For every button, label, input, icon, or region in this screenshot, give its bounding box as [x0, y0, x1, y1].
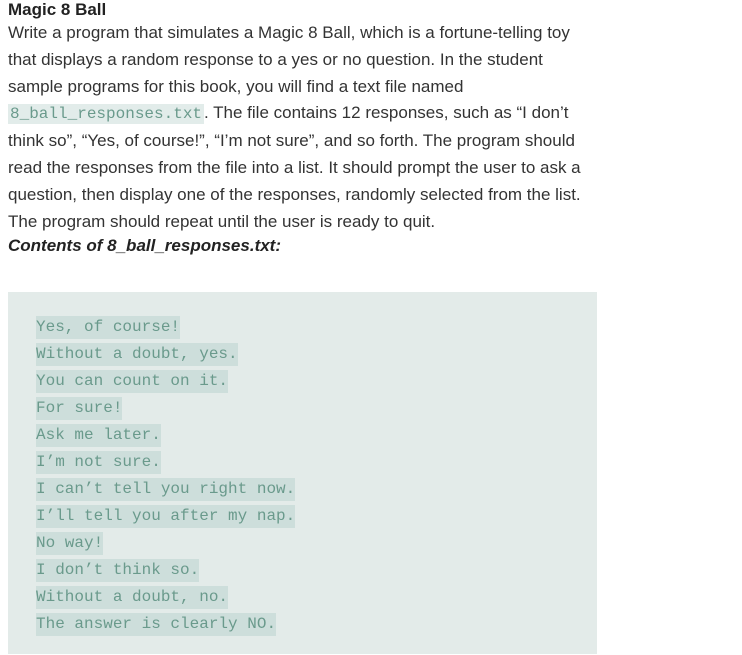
code-line: I can’t tell you right now. — [36, 478, 296, 505]
file-contents-lines: Yes, of course! Without a doubt, yes. Yo… — [36, 316, 296, 640]
document-page: Magic 8 Ball Write a program that simula… — [8, 0, 598, 257]
description-text-part1: Write a program that simulates a Magic 8… — [8, 23, 570, 96]
code-line-text: I don’t think so. — [36, 559, 200, 582]
code-line: The answer is clearly NO. — [36, 613, 295, 640]
code-line-text: I’ll tell you after my nap. — [36, 505, 296, 528]
code-line-text: Without a doubt, yes. — [36, 343, 238, 366]
page-title: Magic 8 Ball — [8, 0, 107, 19]
code-line-text: Ask me later. — [36, 424, 161, 447]
file-contents-code-block: Yes, of course! Without a doubt, yes. Yo… — [8, 292, 597, 654]
code-line-text: Without a doubt, no. — [36, 586, 229, 609]
inline-filename: 8_ball_responses.txt — [8, 104, 205, 125]
code-line: Without a doubt, yes. — [36, 343, 295, 370]
code-line-text: No way! — [36, 532, 104, 555]
code-line: You can count on it. — [36, 370, 295, 397]
code-line: I don’t think so. — [36, 559, 295, 586]
code-line: Yes, of course! — [36, 316, 295, 343]
code-line: I’m not sure. — [36, 451, 295, 478]
code-line: I’ll tell you after my nap. — [36, 505, 296, 532]
code-line: Ask me later. — [36, 424, 295, 451]
code-line-text: I can’t tell you right now. — [36, 478, 296, 501]
code-line-text: Yes, of course! — [36, 316, 181, 339]
contents-heading: Contents of 8_ball_responses.txt: — [8, 236, 282, 256]
problem-description: Write a program that simulates a Magic 8… — [8, 20, 598, 235]
code-line-text: For sure! — [36, 397, 123, 420]
code-line-text: I’m not sure. — [36, 451, 161, 474]
code-line: For sure! — [36, 397, 295, 424]
code-line-text: The answer is clearly NO. — [36, 613, 277, 636]
code-line: Without a doubt, no. — [36, 586, 295, 613]
code-line-text: You can count on it. — [36, 370, 229, 393]
code-line: No way! — [36, 532, 295, 559]
